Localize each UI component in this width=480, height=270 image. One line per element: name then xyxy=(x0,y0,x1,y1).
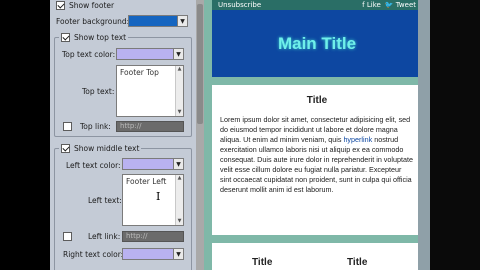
top-text-scrollbar[interactable]: ▲ ▼ xyxy=(175,66,183,116)
column-1-title: Title xyxy=(252,257,273,268)
article-body: Lorem ipsum dolor sit amet, consectetur … xyxy=(220,115,414,195)
two-column-block: Title Title xyxy=(212,243,422,270)
chevron-down-icon[interactable]: ▼ xyxy=(173,49,183,59)
article-block: Title Lorem ipsum dolor sit amet, consec… xyxy=(212,85,422,235)
scroll-down-icon[interactable]: ▼ xyxy=(176,218,183,225)
scroll-up-icon[interactable]: ▲ xyxy=(176,66,183,73)
window-edge xyxy=(430,0,480,270)
top-link-checkbox[interactable] xyxy=(63,122,72,131)
right-text-color-picker[interactable]: ▼ xyxy=(122,248,184,260)
right-text-color-label: Right text color: xyxy=(63,250,124,259)
show-footer-option[interactable]: Show footer xyxy=(56,1,114,10)
settings-panel: Show footer Footer background: ▼ Show to… xyxy=(50,0,196,270)
show-middle-text-checkbox[interactable] xyxy=(61,144,70,153)
show-footer-checkbox[interactable] xyxy=(56,1,65,10)
footer-background-swatch xyxy=(129,16,177,26)
top-text-color-picker[interactable]: ▼ xyxy=(116,48,184,60)
left-text-value: Footer Left xyxy=(126,177,167,186)
chevron-down-icon[interactable]: ▼ xyxy=(177,16,187,26)
left-text-color-picker[interactable]: ▼ xyxy=(122,158,184,170)
panel-scrollbar[interactable] xyxy=(196,0,204,270)
show-middle-text-label: Show middle text xyxy=(74,144,140,153)
tweet-link[interactable]: 🐦 Tweet xyxy=(385,1,416,9)
show-top-text-option[interactable]: Show top text xyxy=(59,33,129,42)
article-title: Title xyxy=(306,95,328,106)
body-hyperlink[interactable]: hyperlink xyxy=(343,135,372,144)
show-footer-label: Show footer xyxy=(69,1,115,10)
text-cursor-icon: I xyxy=(156,190,161,203)
email-header: Main Title xyxy=(212,10,422,77)
twitter-bird-icon: 🐦 xyxy=(384,1,394,9)
facebook-icon: f xyxy=(362,1,365,9)
top-text-label: Top text: xyxy=(82,87,115,96)
top-text-color-label: Top text color: xyxy=(62,50,116,59)
panel-scrollbar-thumb[interactable] xyxy=(197,4,203,124)
tweet-label: Tweet xyxy=(395,1,416,9)
footer-background-picker[interactable]: ▼ xyxy=(128,15,188,27)
like-link[interactable]: f Like xyxy=(362,1,381,9)
social-links: f Like 🐦 Tweet xyxy=(362,1,416,9)
preview-top-bar: Unsubscribe f Like 🐦 Tweet xyxy=(212,0,422,10)
left-text-color-swatch xyxy=(123,159,173,169)
chevron-down-icon[interactable]: ▼ xyxy=(173,159,183,169)
footer-background-label: Footer background: xyxy=(56,17,130,26)
chevron-down-icon[interactable]: ▼ xyxy=(173,249,183,259)
top-link-input[interactable]: http:// xyxy=(116,121,184,132)
scroll-up-icon[interactable]: ▲ xyxy=(176,175,183,182)
column-2-title: Title xyxy=(347,257,368,268)
top-link-label: Top link: xyxy=(80,122,111,131)
left-link-label: Left link: xyxy=(88,232,121,241)
preview-scrollbar[interactable] xyxy=(418,0,430,270)
show-top-text-checkbox[interactable] xyxy=(61,33,70,42)
unsubscribe-link[interactable]: Unsubscribe xyxy=(218,1,261,9)
left-text-color-label: Left text color: xyxy=(66,161,121,170)
top-text-color-swatch xyxy=(117,49,173,59)
top-text-input[interactable]: Footer Top ▲ ▼ xyxy=(116,65,184,117)
show-middle-text-option[interactable]: Show middle text xyxy=(59,144,142,153)
scroll-down-icon[interactable]: ▼ xyxy=(176,109,183,116)
like-label: Like xyxy=(366,1,381,9)
left-text-scrollbar[interactable]: ▲ ▼ xyxy=(175,175,183,225)
top-text-value: Footer Top xyxy=(120,68,159,77)
main-title: Main Title xyxy=(277,33,357,53)
left-text-input[interactable]: Footer Left ▲ ▼ xyxy=(122,174,184,226)
left-link-checkbox[interactable] xyxy=(63,232,72,241)
left-link-input[interactable]: http:// xyxy=(122,231,184,242)
right-text-color-swatch xyxy=(123,249,173,259)
email-preview: Unsubscribe f Like 🐦 Tweet Main Title Ti… xyxy=(204,0,430,270)
left-text-label: Left text: xyxy=(88,196,122,205)
show-top-text-label: Show top text xyxy=(74,33,127,42)
